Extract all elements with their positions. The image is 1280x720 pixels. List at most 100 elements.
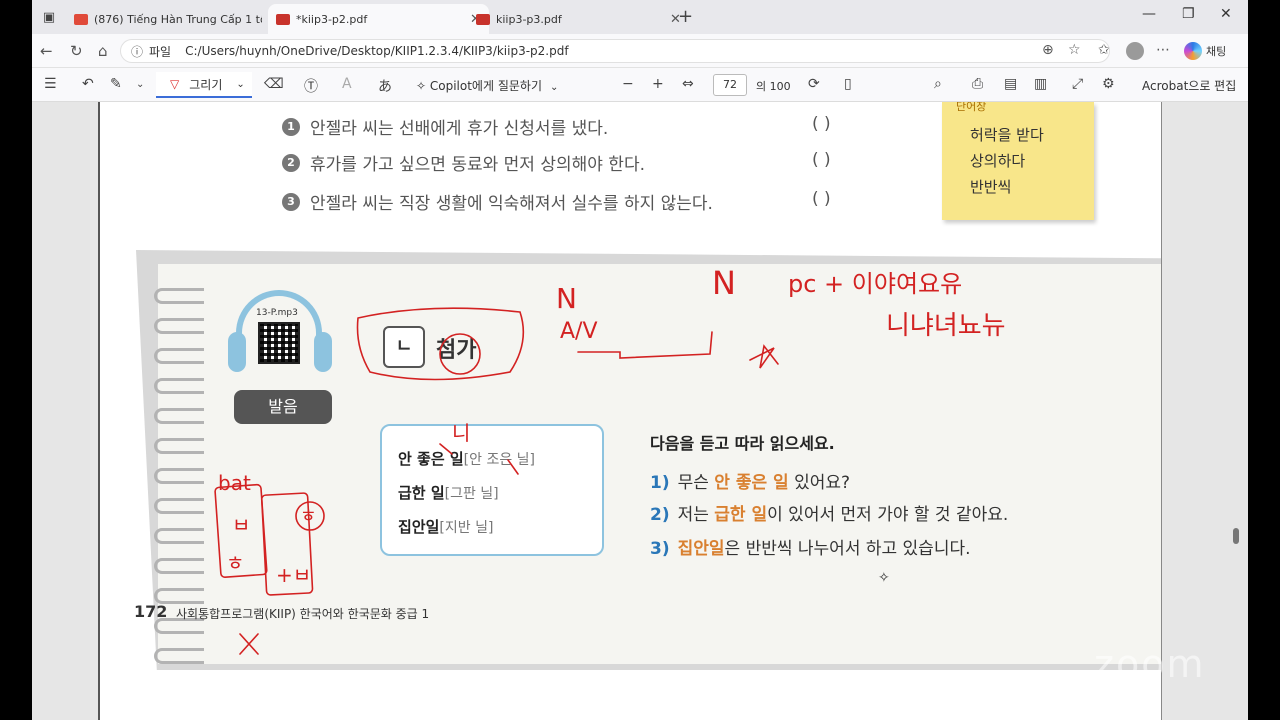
- save-icon[interactable]: ▤: [1004, 76, 1017, 92]
- page-number-input[interactable]: 72: [713, 74, 747, 96]
- notebook-ring: [154, 408, 204, 424]
- notebook-ring: [154, 318, 204, 334]
- maximize-button[interactable]: ❐: [1182, 6, 1195, 22]
- sentence-number: 3): [650, 539, 670, 559]
- pdf-viewport[interactable]: 1 안젤라 씨는 선배에게 휴가 신청서를 냈다. ( ) 2 휴가를 가고 싶…: [32, 102, 1248, 720]
- draw-button[interactable]: ▽ 그리기 ⌄: [156, 72, 252, 98]
- vocab-sticky-note: 단어장 허락을 받다 상의하다 반반씩: [942, 102, 1094, 220]
- notebook-ring: [154, 528, 204, 544]
- copilot-ask-label: Copilot에게 질문하기: [429, 79, 542, 93]
- browser-window: ▣ (876) Tiếng Hàn Trung Cấp 1 tôi 2/ ✕ *…: [32, 0, 1248, 720]
- question-text: 안젤라 씨는 선배에게 휴가 신청서를 냈다.: [310, 119, 609, 139]
- home-icon[interactable]: ⌂: [98, 42, 108, 60]
- undo-icon[interactable]: ↶: [82, 76, 94, 92]
- tab-kiip3-p3[interactable]: kiip3-p3.pdf ✕: [468, 4, 689, 34]
- pdf-toolbar: ☰ ↶ ✎ ⌄ ▽ 그리기 ⌄ ⌫ Ⓣ A あ ✧ Copilot에게 질문하기…: [32, 68, 1248, 102]
- chevron-down-icon[interactable]: ⌄: [236, 79, 244, 90]
- copilot-ask-button[interactable]: ✧ Copilot에게 질문하기 ⌄: [416, 77, 558, 94]
- info-icon[interactable]: ⓘ: [131, 43, 143, 60]
- tab-label: kiip3-p3.pdf: [496, 12, 562, 26]
- answer-blank: ( ): [812, 114, 831, 134]
- example-box: 안 좋은 일[안 조은 닐] 급한 일[그판 닐] 집안일[지반 닐]: [380, 424, 604, 556]
- sentence-highlight: 집안일: [677, 539, 725, 559]
- sentence-before: 저는: [677, 505, 715, 525]
- url-text: C:/Users/huynh/OneDrive/Desktop/KIIP1.2.…: [185, 44, 569, 58]
- question-number: 2: [282, 153, 300, 172]
- fullscreen-icon[interactable]: ⤢: [1072, 76, 1083, 92]
- address-bar-row: ← ↻ ⌂ ⓘ 파일 C:/Users/huynh/OneDrive/Deskt…: [32, 34, 1248, 68]
- zoom-out-icon[interactable]: −: [622, 76, 634, 92]
- acrobat-edit-button[interactable]: Acrobat으로 편집: [1142, 77, 1236, 94]
- sentence-after: 은 반반씩 나누어서 하고 있습니다.: [724, 539, 971, 559]
- question-text: 안젤라 씨는 직장 생활에 익숙해져서 실수를 하지 않는다.: [310, 194, 713, 214]
- sentence-number: 2): [650, 505, 670, 525]
- zoom-in-icon[interactable]: +: [652, 76, 664, 92]
- close-window-button[interactable]: ✕: [1220, 6, 1232, 22]
- refresh-icon[interactable]: ↻: [70, 42, 83, 60]
- copilot-icon: [1184, 42, 1202, 60]
- settings-gear-icon[interactable]: ⚙: [1102, 76, 1115, 92]
- favorite-star-icon[interactable]: ☆: [1068, 42, 1081, 58]
- workspaces-icon[interactable]: ▣: [38, 6, 60, 28]
- question-number: 1: [282, 117, 300, 136]
- notebook-ring: [154, 348, 204, 364]
- zoom-icon[interactable]: ⊕: [1042, 42, 1054, 58]
- tab-youtube[interactable]: (876) Tiếng Hàn Trung Cấp 1 tôi 2/ ✕: [66, 4, 287, 34]
- text-box-icon[interactable]: Ⓣ: [304, 76, 318, 96]
- url-scheme-label: 파일: [149, 44, 172, 59]
- more-options-icon[interactable]: ⋯: [1156, 42, 1170, 58]
- profile-avatar[interactable]: [1126, 42, 1144, 60]
- new-tab-button[interactable]: +: [678, 6, 693, 27]
- read-aloud-icon[interactable]: A: [342, 76, 352, 92]
- favorites-icon[interactable]: ✩: [1098, 42, 1110, 58]
- notebook-ring: [154, 288, 204, 304]
- notebook-ring: [154, 378, 204, 394]
- url-field[interactable]: ⓘ 파일 C:/Users/huynh/OneDrive/Desktop/KII…: [120, 39, 1110, 63]
- question-row: 1 안젤라 씨는 선배에게 휴가 신청서를 냈다.: [282, 114, 608, 139]
- qr-code[interactable]: [258, 322, 300, 364]
- example-row: 집안일[지반 닐]: [398, 516, 493, 537]
- highlight-icon[interactable]: ✎: [110, 76, 122, 92]
- save-as-icon[interactable]: ▥: [1034, 76, 1047, 92]
- vocab-item: 상의하다: [970, 152, 1026, 170]
- eraser-icon[interactable]: ⌫: [264, 76, 284, 92]
- sentence-after: 이 있어서 먼저 가야 할 것 같아요.: [767, 505, 1009, 525]
- tab-kiip3-p2[interactable]: *kiip3-p2.pdf ✕: [268, 4, 489, 34]
- answer-blank: ( ): [812, 150, 831, 170]
- back-arrow-icon[interactable]: ←: [40, 42, 53, 60]
- scrollbar-thumb[interactable]: [1233, 528, 1239, 544]
- fit-width-icon[interactable]: ⇔: [682, 76, 694, 92]
- contents-list-icon[interactable]: ☰: [44, 76, 57, 92]
- question-number: 3: [282, 192, 300, 211]
- audio-filename: 13-P.mp3: [256, 308, 298, 318]
- example-word: 집안일: [398, 518, 440, 536]
- headphones-qr-graphic: 13-P.mp3: [224, 290, 334, 380]
- insert-label: 첨가: [436, 338, 477, 363]
- rotate-icon[interactable]: ⟳: [808, 76, 820, 92]
- listening-instruction: 다음을 듣고 따라 읽으세요.: [650, 434, 835, 453]
- notebook-ring: [154, 648, 204, 664]
- print-icon[interactable]: ⎙: [972, 76, 983, 92]
- question-row: 3 안젤라 씨는 직장 생활에 익숙해져서 실수를 하지 않는다.: [282, 189, 713, 214]
- draw-label: 그리기: [189, 77, 223, 92]
- pronunciation-badge: 발음: [234, 390, 332, 424]
- example-pronunciation: [안 조은 닐]: [463, 452, 536, 468]
- chevron-down-icon: ⌄: [549, 82, 559, 93]
- copilot-chat-button[interactable]: 채팅: [1184, 40, 1226, 62]
- example-word: 안 좋은 일: [398, 450, 464, 468]
- search-icon[interactable]: ⌕: [934, 76, 942, 92]
- translate-icon[interactable]: あ: [378, 76, 392, 96]
- headphones-cup: [314, 332, 332, 372]
- practice-sentence: 1) 무슨 안 좋은 일 있어요?: [650, 468, 850, 493]
- chevron-down-icon[interactable]: ⌄: [136, 79, 144, 90]
- sentence-after: 있어요?: [788, 473, 851, 493]
- vocab-item: 허락을 받다: [970, 126, 1044, 144]
- page-view-icon[interactable]: ▯: [844, 76, 852, 92]
- practice-sentence: 3) 집안일은 반반씩 나누어서 하고 있습니다.: [650, 534, 971, 559]
- page-total: 의 100: [756, 80, 791, 93]
- zoom-watermark: zoom: [1094, 642, 1206, 686]
- question-row: 2 휴가를 가고 싶으면 동료와 먼저 상의해야 한다.: [282, 150, 645, 175]
- minimize-button[interactable]: —: [1142, 6, 1156, 22]
- vocab-item: 반반씩: [970, 178, 1012, 196]
- sentence-highlight: 급한 일: [714, 505, 768, 525]
